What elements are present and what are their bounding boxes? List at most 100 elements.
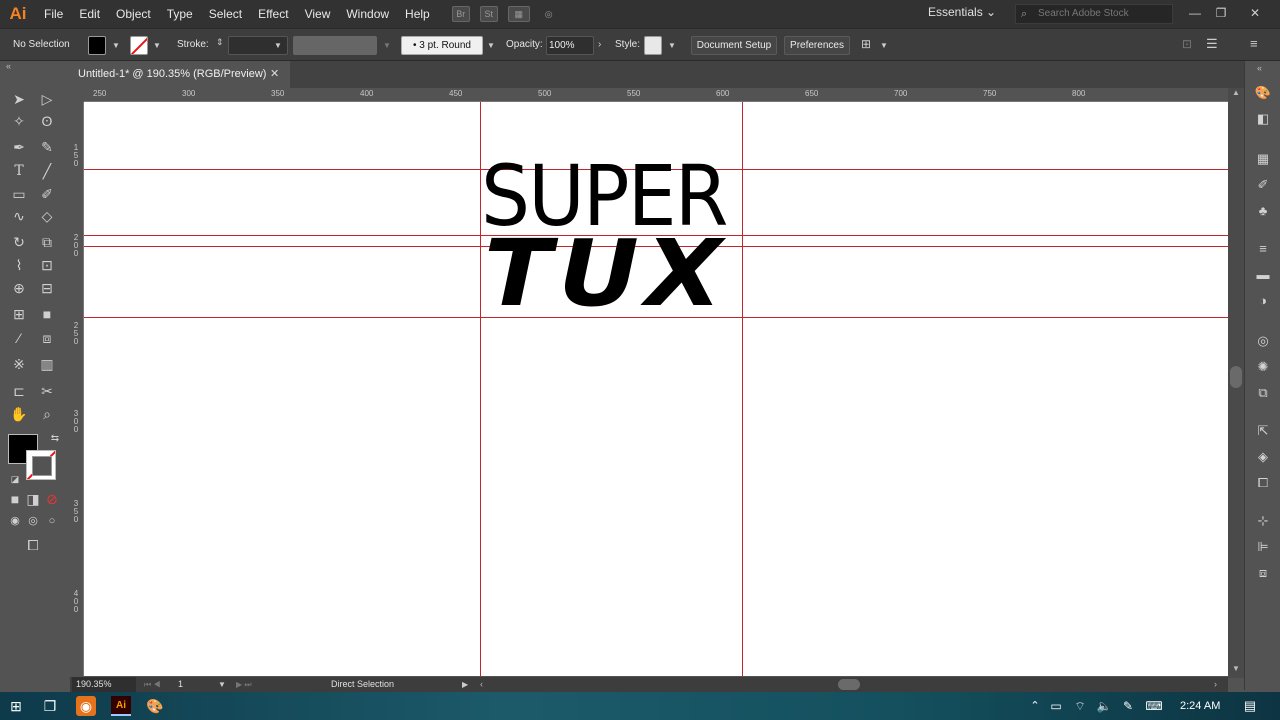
transform-icon[interactable]: ⊡ [1182,37,1192,51]
stroke-stepper-icon[interactable]: ⇕ [216,37,224,48]
pathfinder-icon[interactable]: ⧈ [1253,563,1273,583]
default-fill-stroke-icon[interactable]: ◪ [4,468,26,490]
scale-tool-icon[interactable]: ⧉ [36,231,58,253]
selection-tool-icon[interactable]: ➤ [8,88,30,110]
notifications-icon[interactable]: ▤ [1240,696,1260,716]
artboard-canvas[interactable]: SUPER TUX [84,102,1228,676]
brush-definition[interactable]: • 3 pt. Round [401,36,483,55]
graphic-styles-icon[interactable]: ✺ [1253,357,1273,377]
vertical-ruler[interactable]: 1 5 0 2 0 0 2 5 0 3 0 0 3 5 0 4 0 0 [70,102,84,676]
minimize-icon[interactable]: — [1184,4,1206,22]
eraser-tool-icon[interactable]: ◇ [36,205,58,227]
chevron-down-icon[interactable]: ▼ [880,41,888,50]
text-tux[interactable]: TUX [484,228,729,320]
chevron-right-icon[interactable]: › [598,39,601,50]
slice-tool-icon[interactable]: ✂ [36,380,58,402]
opacity-label[interactable]: Opacity: [506,39,543,50]
hand-tool-icon[interactable]: ✋ [8,403,30,425]
menu-object[interactable]: Object [108,0,159,28]
color-panel-icon[interactable]: 🎨 [1253,83,1273,103]
collapse-toolbar-icon[interactable]: « [6,61,11,71]
shape-builder-tool-icon[interactable]: ⊕ [8,277,30,299]
transparency-icon[interactable]: ◑ [1253,291,1273,311]
volume-icon[interactable]: 🔈 [1094,696,1114,716]
menu-help[interactable]: Help [397,0,438,28]
layers-icon[interactable]: ◈ [1253,447,1273,467]
menu-type[interactable]: Type [159,0,201,28]
swap-fill-stroke-icon[interactable]: ⇆ [44,428,66,450]
libraries-icon[interactable]: ⧉ [1253,383,1273,403]
artboards-icon[interactable]: ⧠ [1253,473,1273,493]
stock-icon[interactable]: St [479,6,498,22]
search-input[interactable]: ⌕ Search Adobe Stock [1015,4,1173,24]
export-icon[interactable]: ⇱ [1253,421,1273,441]
hamburger-icon[interactable]: ≡ [1250,36,1258,51]
color-guide-icon[interactable]: ◧ [1253,109,1273,129]
artboard-nav-next-icon[interactable]: ▶ ⏭ [236,677,252,692]
opacity-field[interactable]: 100% [546,36,594,55]
document-tab[interactable]: Untitled-1* @ 190.35% (RGB/Preview) ✕ [70,61,290,88]
document-setup-button[interactable]: Document Setup [691,36,777,55]
status-menu-icon[interactable]: ▶ [462,677,468,692]
expand-panels-icon[interactable]: « [1257,63,1262,73]
scroll-left-icon[interactable]: ‹ [480,677,483,692]
menu-edit[interactable]: Edit [71,0,108,28]
direct-selection-tool-icon[interactable]: ▷ [36,88,58,110]
chevron-down-icon[interactable]: ▼ [153,41,161,50]
column-graph-tool-icon[interactable]: ▥ [36,353,58,375]
artboard-tool-icon[interactable]: ⊏ [8,380,30,402]
perspective-grid-tool-icon[interactable]: ⊟ [36,277,58,299]
chevron-down-icon[interactable]: ▼ [487,41,495,50]
scroll-right-icon[interactable]: › [1214,677,1217,692]
close-window-icon[interactable]: ✕ [1244,4,1266,22]
gpu-performance-icon[interactable]: ◎ [540,6,558,22]
keyboard-icon[interactable]: ⌨ [1144,696,1164,716]
paint-icon[interactable]: 🎨 [145,696,165,716]
magic-wand-tool-icon[interactable]: ✧ [8,110,30,132]
align-options-icon[interactable]: ⊞ [861,37,871,51]
shaper-tool-icon[interactable]: ∿ [8,205,30,227]
vertical-scrollbar[interactable]: ▲ ▼ [1228,88,1244,678]
transform-panel-icon[interactable]: ⊹ [1253,511,1273,531]
draw-inside-icon[interactable]: ○ [41,510,63,532]
guide-vertical[interactable] [742,102,743,676]
task-view-icon[interactable]: ❐ [40,696,60,716]
symbols-icon[interactable]: ♣ [1253,201,1273,221]
stroke-swatch[interactable] [26,450,56,480]
blend-tool-icon[interactable]: ⧈ [36,327,58,349]
panel-menu-icon[interactable]: ☰ [1206,36,1218,52]
taskbar-clock[interactable]: 2:24 AM [1180,692,1220,720]
horizontal-ruler[interactable]: 200250300350400450500550600650700750800 [84,88,1228,102]
none-mode-icon[interactable]: ⊘ [41,488,63,510]
stroke-panel-icon[interactable]: ≡ [1253,239,1273,259]
preferences-button[interactable]: Preferences [784,36,850,55]
bridge-icon[interactable]: Br [451,6,470,22]
zoom-tool-icon[interactable]: ⌕ [36,403,58,425]
firefox-icon[interactable]: ◉ [76,696,96,716]
menu-select[interactable]: Select [201,0,250,28]
workspace-switcher[interactable]: Essentials ⌄ [928,5,996,19]
rotate-tool-icon[interactable]: ↻ [8,231,30,253]
lasso-tool-icon[interactable]: ʘ [36,110,58,132]
menu-window[interactable]: Window [338,0,397,28]
mesh-tool-icon[interactable]: ⊞ [8,303,30,325]
graphic-style-swatch[interactable] [644,36,662,55]
chevron-down-icon[interactable]: ▼ [112,41,120,50]
illustrator-taskbar-icon[interactable]: Ai [111,696,131,716]
screen-mode-icon[interactable]: ⧠ [22,534,44,556]
eyedropper-tool-icon[interactable]: ⁄ [8,327,30,349]
stroke-label[interactable]: Stroke: [177,39,209,50]
chevron-down-icon[interactable]: ▼ [218,677,226,692]
brushes-icon[interactable]: ✐ [1253,175,1273,195]
variable-width-profile[interactable] [293,36,377,55]
appearance-icon[interactable]: ◎ [1253,331,1273,351]
chevron-up-icon[interactable]: ⌃ [1025,696,1045,716]
symbol-sprayer-tool-icon[interactable]: ※ [8,353,30,375]
align-panel-icon[interactable]: ⊫ [1253,537,1273,557]
windows-start-icon[interactable]: ⊞ [6,696,26,716]
paintbrush-tool-icon[interactable]: ✐ [36,183,58,205]
rectangle-tool-icon[interactable]: ▭ [8,183,30,205]
free-transform-tool-icon[interactable]: ⊡ [36,254,58,276]
close-tab-icon[interactable]: ✕ [270,61,279,88]
network-icon[interactable]: ▭ [1046,696,1066,716]
